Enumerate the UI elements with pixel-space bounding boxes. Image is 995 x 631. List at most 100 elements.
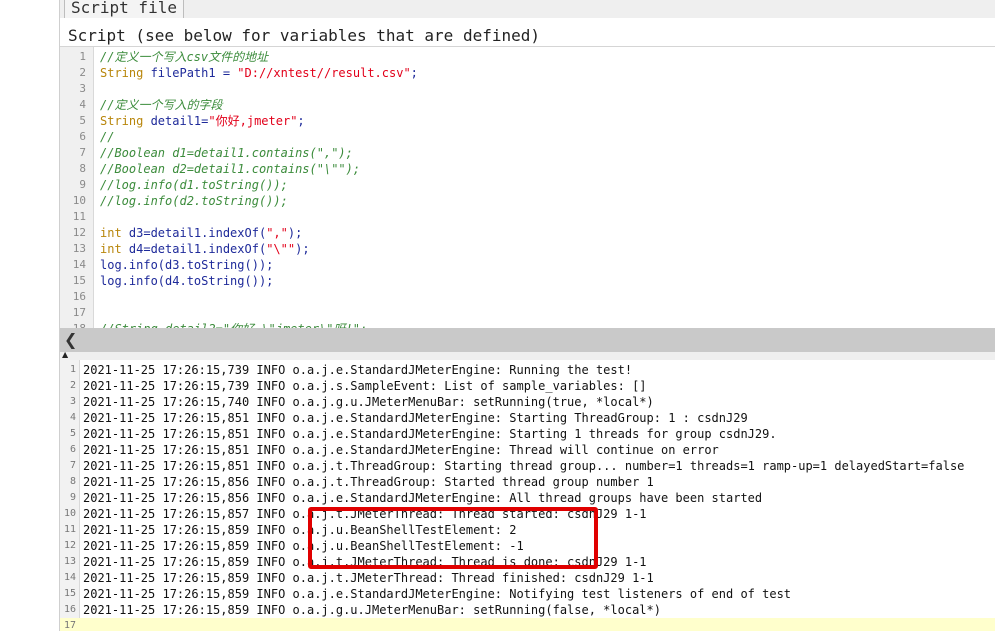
code-line[interactable]: 11 <box>60 209 995 225</box>
log-text: 2021-11-25 17:26:15,859 INFO o.a.j.u.Bea… <box>83 539 524 553</box>
log-line[interactable]: 11 2021-11-25 17:26:15,859 INFO o.a.j.u.B… <box>60 522 995 538</box>
line-number: 12 <box>63 540 76 551</box>
log-line[interactable]: 5 2021-11-25 17:26:15,851 INFO o.a.j.e.St… <box>60 426 995 442</box>
code-line[interactable]: 14 log.info(d3.toString()); <box>60 257 995 273</box>
log-text: 2021-11-25 17:26:15,851 INFO o.a.j.e.Sta… <box>83 427 777 441</box>
log-text: 2021-11-25 17:26:15,859 INFO o.a.j.g.u.J… <box>83 603 661 617</box>
code-line[interactable]: 17 <box>60 305 995 321</box>
line-number: 1 <box>79 50 86 63</box>
line-number: 8 <box>79 162 86 175</box>
line-number: 10 <box>63 508 76 519</box>
code-line[interactable]: 1 //定义一个写入csv文件的地址 <box>60 49 995 65</box>
line-number: 7 <box>69 460 76 471</box>
line-number: 7 <box>79 146 86 159</box>
log-line[interactable]: 2 2021-11-25 17:26:15,739 INFO o.a.j.s.Sa… <box>60 378 995 394</box>
log-line[interactable]: 14 2021-11-25 17:26:15,859 INFO o.a.j.t.J… <box>60 570 995 586</box>
line-number: 14 <box>72 258 86 271</box>
script-label: Script (see below for variables that are… <box>68 26 541 45</box>
line-number: 2 <box>69 380 76 391</box>
line-number: 12 <box>72 226 86 239</box>
code-text: String detail1="你好,jmeter"; <box>100 114 305 128</box>
code-line[interactable]: 3 <box>60 81 995 97</box>
line-number: 15 <box>63 588 76 599</box>
line-number: 5 <box>69 428 76 439</box>
code-text: log.info(d3.toString()); <box>100 258 274 272</box>
log-text: 2021-11-25 17:26:15,739 INFO o.a.j.s.Sam… <box>83 379 647 393</box>
log-text: 2021-11-25 17:26:15,859 INFO o.a.j.e.Sta… <box>83 587 792 601</box>
line-number: 13 <box>63 556 76 567</box>
log-line[interactable]: 16 2021-11-25 17:26:15,859 INFO o.a.j.g.u… <box>60 602 995 618</box>
log-text: 2021-11-25 17:26:15,851 INFO o.a.j.t.Thr… <box>83 459 965 473</box>
code-text: log.info(d4.toString()); <box>100 274 274 288</box>
log-text: 2021-11-25 17:26:15,851 INFO o.a.j.e.Sta… <box>83 443 719 457</box>
code-text: //Boolean d1=detail1.contains(","); <box>100 146 353 160</box>
code-line[interactable]: 13 int d4=detail1.indexOf("\""); <box>60 241 995 257</box>
line-number: 4 <box>69 412 76 423</box>
log-text: 2021-11-25 17:26:15,859 INFO o.a.j.t.JMe… <box>83 555 647 569</box>
log-text: 2021-11-25 17:26:15,740 INFO o.a.j.g.u.J… <box>83 395 654 409</box>
log-text: 2021-11-25 17:26:15,859 INFO o.a.j.t.JMe… <box>83 571 654 585</box>
code-line[interactable]: 12 int d3=detail1.indexOf(","); <box>60 225 995 241</box>
code-line[interactable]: 6 // <box>60 129 995 145</box>
tab-script-file[interactable]: Script file <box>64 0 184 18</box>
script-editor[interactable]: 1 //定义一个写入csv文件的地址 2 String filePath1 = "D:… <box>60 46 995 329</box>
chevron-left-icon[interactable]: ❮ <box>64 330 77 349</box>
log-text: 2021-11-25 17:26:15,739 INFO o.a.j.e.Sta… <box>83 363 633 377</box>
code-line[interactable]: 8 //Boolean d2=detail1.contains("\""); <box>60 161 995 177</box>
line-number: 13 <box>72 242 86 255</box>
log-line[interactable]: 8 2021-11-25 17:26:15,856 INFO o.a.j.t.Th… <box>60 474 995 490</box>
code-line[interactable]: 7 //Boolean d1=detail1.contains(","); <box>60 145 995 161</box>
log-line[interactable]: 10 2021-11-25 17:26:15,857 INFO o.a.j.t.J… <box>60 506 995 522</box>
log-line[interactable]: 17 <box>60 618 995 631</box>
line-number: 8 <box>69 476 76 487</box>
log-line[interactable]: 3 2021-11-25 17:26:15,740 INFO o.a.j.g.u.… <box>60 394 995 410</box>
line-number: 9 <box>69 492 76 503</box>
line-number: 1 <box>69 364 76 375</box>
code-text: String filePath1 = "D://xntest//result.c… <box>100 66 418 80</box>
log-line[interactable]: 13 2021-11-25 17:26:15,859 INFO o.a.j.t.J… <box>60 554 995 570</box>
code-line[interactable]: 4 //定义一个写入的字段 <box>60 97 995 113</box>
log-line[interactable]: 15 2021-11-25 17:26:15,859 INFO o.a.j.e.S… <box>60 586 995 602</box>
log-text: 2021-11-25 17:26:15,851 INFO o.a.j.e.Sta… <box>83 411 748 425</box>
horizontal-scrollbar[interactable]: ❮ <box>60 328 995 352</box>
left-panel <box>0 0 60 631</box>
line-number: 16 <box>72 290 86 303</box>
code-text: //log.info(d1.toString()); <box>100 178 288 192</box>
line-number: 17 <box>63 620 76 631</box>
code-text: //定义一个写入csv文件的地址 <box>100 50 269 64</box>
log-text: 2021-11-25 17:26:15,857 INFO o.a.j.t.JMe… <box>83 507 647 521</box>
line-number: 3 <box>69 396 76 407</box>
log-text: 2021-11-25 17:26:15,856 INFO o.a.j.e.Sta… <box>83 491 763 505</box>
line-number: 6 <box>79 130 86 143</box>
log-line[interactable]: 7 2021-11-25 17:26:15,851 INFO o.a.j.t.Th… <box>60 458 995 474</box>
code-text: //log.info(d2.toString()); <box>100 194 288 208</box>
line-number: 15 <box>72 274 86 287</box>
code-line[interactable]: 16 <box>60 289 995 305</box>
line-number: 6 <box>69 444 76 455</box>
code-line[interactable]: 9 //log.info(d1.toString()); <box>60 177 995 193</box>
code-text: //定义一个写入的字段 <box>100 98 223 112</box>
line-number: 11 <box>63 524 76 535</box>
line-number: 9 <box>79 178 86 191</box>
log-line[interactable]: 6 2021-11-25 17:26:15,851 INFO o.a.j.e.St… <box>60 442 995 458</box>
log-line[interactable]: 9 2021-11-25 17:26:15,856 INFO o.a.j.e.St… <box>60 490 995 506</box>
log-line[interactable]: 1 2021-11-25 17:26:15,739 INFO o.a.j.e.St… <box>60 362 995 378</box>
code-line[interactable]: 10 //log.info(d2.toString()); <box>60 193 995 209</box>
log-text: 2021-11-25 17:26:15,856 INFO o.a.j.t.Thr… <box>83 475 654 489</box>
code-text: int d3=detail1.indexOf(","); <box>100 226 303 240</box>
line-number: 4 <box>79 98 86 111</box>
line-number: 11 <box>72 210 86 223</box>
log-line[interactable]: 4 2021-11-25 17:26:15,851 INFO o.a.j.e.St… <box>60 410 995 426</box>
code-line[interactable]: 15 log.info(d4.toString()); <box>60 273 995 289</box>
line-number: 17 <box>72 306 86 319</box>
code-line[interactable]: 2 String filePath1 = "D://xntest//result.… <box>60 65 995 81</box>
line-number: 10 <box>72 194 86 207</box>
code-line[interactable]: 5 String detail1="你好,jmeter"; <box>60 113 995 129</box>
log-line[interactable]: 12 2021-11-25 17:26:15,859 INFO o.a.j.u.B… <box>60 538 995 554</box>
tab-strip: Script file <box>60 0 995 18</box>
line-number: 14 <box>63 572 76 583</box>
line-number: 3 <box>79 82 86 95</box>
code-text: //Boolean d2=detail1.contains("\""); <box>100 162 361 176</box>
log-viewer[interactable]: 1 2021-11-25 17:26:15,739 INFO o.a.j.e.St… <box>60 360 995 631</box>
line-number: 16 <box>63 604 76 615</box>
